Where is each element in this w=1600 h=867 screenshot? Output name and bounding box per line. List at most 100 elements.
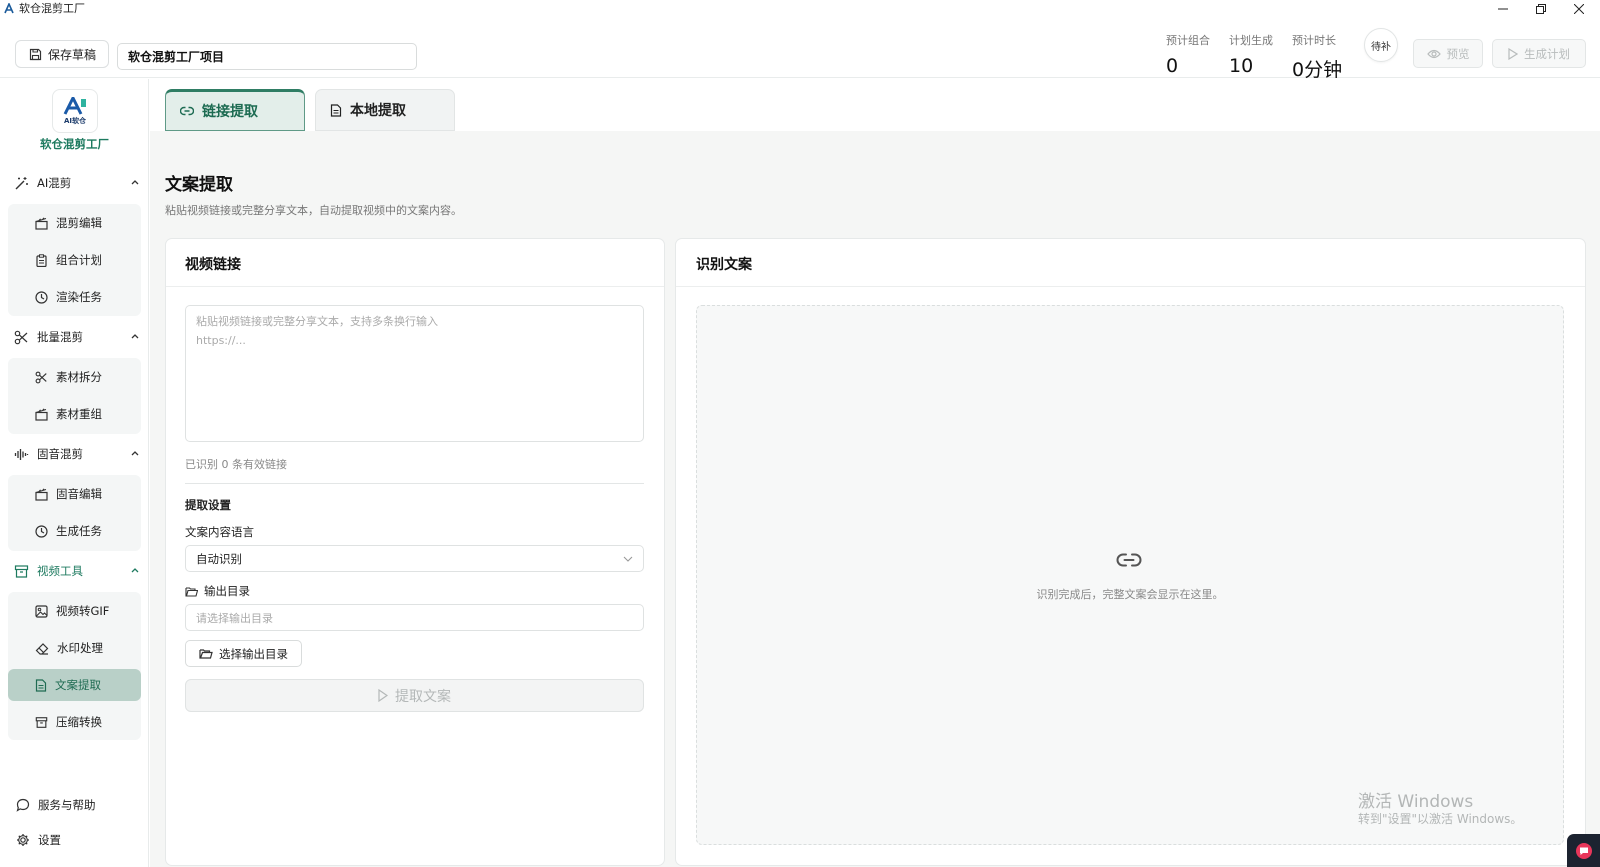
tab-label: 本地提取 xyxy=(350,103,406,119)
sidebar-item-material-split[interactable]: 素材拆分 xyxy=(8,361,141,393)
logo-text: AI软仓 xyxy=(63,116,87,125)
window-title: 软仓混剪工厂 xyxy=(19,2,85,15)
choose-output-dir-label: 选择输出目录 xyxy=(219,646,288,661)
sidebar-item-combo-plan[interactable]: 组合计划 xyxy=(8,244,141,276)
header: 保存草稿 预计组合 0 计划生成 10 预计时长 0分钟 待补 预览 生成计划 xyxy=(0,18,1600,81)
stat-value-duration: 0分钟 xyxy=(1292,59,1343,81)
link-icon xyxy=(1116,552,1142,568)
choose-output-dir-button[interactable]: 选择输出目录 xyxy=(185,640,302,667)
language-label: 文案内容语言 xyxy=(185,525,254,539)
chat-bubble-icon xyxy=(16,798,30,812)
app-icon xyxy=(4,3,14,14)
sidebar-item-video-to-gif[interactable]: 视频转GIF xyxy=(8,595,141,627)
folder-open-icon xyxy=(199,648,213,659)
page-description: 粘贴视频链接或完整分享文本，自动提取视频中的文案内容。 xyxy=(165,204,462,217)
sidebar-group-ai-mix[interactable]: AI混剪 xyxy=(14,170,139,196)
clipboard-icon xyxy=(35,253,48,267)
document-icon xyxy=(35,678,47,692)
close-button[interactable] xyxy=(1569,1,1589,17)
tab-label: 链接提取 xyxy=(202,104,258,120)
output-dir-placeholder: 请选择输出目录 xyxy=(196,611,273,625)
floating-assistant-button[interactable] xyxy=(1567,834,1600,867)
sidebar-item-watermark[interactable]: 水印处理 xyxy=(8,632,141,664)
archive-icon xyxy=(14,564,29,579)
card-divider xyxy=(166,286,664,287)
sidebar-item-label: 水印处理 xyxy=(57,641,103,655)
sidebar-item-render-task[interactable]: 渲染任务 xyxy=(8,281,141,313)
empty-state-text: 识别完成后，完整文案会显示在这里。 xyxy=(1036,588,1224,601)
extract-text-button[interactable]: 提取文案 xyxy=(185,679,644,712)
sidebar-item-label: 视频转GIF xyxy=(56,604,110,618)
sidebar-item-material-recombine[interactable]: 素材重组 xyxy=(8,398,141,430)
save-draft-label: 保存草稿 xyxy=(48,47,97,62)
sidebar-item-label: 素材拆分 xyxy=(56,370,102,384)
settings-label: 设置 xyxy=(38,833,61,847)
clock-icon xyxy=(35,290,48,304)
sidebar-item-label: 混剪编辑 xyxy=(56,216,102,230)
service-help-label: 服务与帮助 xyxy=(38,798,96,812)
project-name-input[interactable] xyxy=(117,43,417,70)
chevron-up-icon xyxy=(131,567,139,573)
generate-plan-button[interactable]: 生成计划 xyxy=(1492,39,1586,68)
textarea-placeholder-url: https://... xyxy=(196,334,246,347)
eraser-icon xyxy=(35,642,49,655)
brand-name: 软仓混剪工厂 xyxy=(40,137,109,151)
output-dir-input[interactable]: 请选择输出目录 xyxy=(185,604,644,631)
chat-bubble-icon xyxy=(1575,842,1593,860)
archive-icon xyxy=(35,716,48,729)
activation-watermark-title: 激活 Windows xyxy=(1358,792,1474,812)
sidebar-item-label: 固音编辑 xyxy=(56,487,102,501)
card-title: 视频链接 xyxy=(185,257,241,273)
save-draft-button[interactable]: 保存草稿 xyxy=(15,40,109,68)
clock-icon xyxy=(35,524,48,538)
sidebar-item-text-extract[interactable]: 文案提取 xyxy=(8,669,141,701)
status-badge: 待补 xyxy=(1364,28,1398,62)
chevron-up-icon xyxy=(131,450,139,456)
tab-local-extract[interactable]: 本地提取 xyxy=(315,89,455,131)
stat-label-planned: 计划生成 xyxy=(1229,34,1273,47)
tab-link-extract[interactable]: 链接提取 xyxy=(165,89,305,131)
stat-value-planned: 10 xyxy=(1229,55,1254,77)
page-title: 文案提取 xyxy=(165,175,233,195)
audio-wave-icon xyxy=(14,447,29,462)
sidebar-group-label: 固音混剪 xyxy=(37,447,83,461)
minimize-button[interactable] xyxy=(1493,1,1513,17)
extract-text-label: 提取文案 xyxy=(395,688,451,705)
recognized-text-area[interactable] xyxy=(696,305,1564,845)
video-link-textarea[interactable]: 粘贴视频链接或完整分享文本，支持多条换行输入 https://... xyxy=(185,305,644,442)
preview-button[interactable]: 预览 xyxy=(1413,39,1483,68)
card-divider xyxy=(676,286,1585,287)
image-icon xyxy=(35,604,48,618)
sidebar-item-audio-edit[interactable]: 固音编辑 xyxy=(8,478,141,510)
chevron-up-icon xyxy=(131,179,139,185)
settings-button[interactable]: 设置 xyxy=(16,829,61,851)
detected-count: 已识别 0 条有效链接 xyxy=(185,458,287,471)
service-help-button[interactable]: 服务与帮助 xyxy=(16,794,96,816)
sidebar-group-video-tools[interactable]: 视频工具 xyxy=(14,558,139,584)
language-value: 自动识别 xyxy=(196,551,242,566)
sidebar-group-batch-mix[interactable]: 批量混剪 xyxy=(14,324,139,350)
stat-label-combinations: 预计组合 xyxy=(1166,34,1210,47)
section-divider xyxy=(185,483,644,484)
magic-wand-icon xyxy=(14,176,29,191)
sidebar: AI软仓 软仓混剪工厂 xyxy=(0,79,149,867)
sidebar-item-compress-convert[interactable]: 压缩转换 xyxy=(8,706,141,738)
sidebar-group-label: AI混剪 xyxy=(37,176,72,190)
language-select[interactable]: 自动识别 xyxy=(185,545,644,572)
play-icon xyxy=(1508,47,1518,60)
sidebar-item-label: 素材重组 xyxy=(56,407,102,421)
extract-settings-title: 提取设置 xyxy=(185,498,231,512)
clapperboard-icon xyxy=(35,216,48,230)
textarea-placeholder: 粘贴视频链接或完整分享文本，支持多条换行输入 xyxy=(196,315,438,328)
sidebar-item-label: 压缩转换 xyxy=(56,715,102,729)
sidebar-group-audio-mix[interactable]: 固音混剪 xyxy=(14,441,139,467)
activation-watermark-text: 转到"设置"以激活 Windows。 xyxy=(1358,812,1523,826)
folder-icon xyxy=(185,586,198,597)
restore-button[interactable] xyxy=(1531,1,1551,17)
stat-label-duration: 预计时长 xyxy=(1292,34,1336,47)
sidebar-item-mix-edit[interactable]: 混剪编辑 xyxy=(8,207,141,239)
card-title: 识别文案 xyxy=(696,257,752,273)
sidebar-item-generate-task[interactable]: 生成任务 xyxy=(8,515,141,547)
chevron-up-icon xyxy=(131,333,139,339)
sidebar-item-label: 组合计划 xyxy=(56,253,102,267)
